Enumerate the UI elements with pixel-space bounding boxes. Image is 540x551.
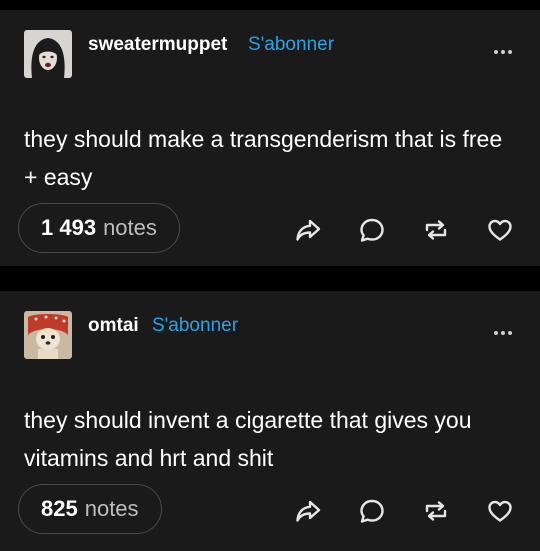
- share-icon[interactable]: [294, 497, 322, 525]
- follow-button[interactable]: S'abonner: [248, 34, 334, 56]
- like-icon[interactable]: [486, 497, 514, 525]
- more-icon[interactable]: [490, 323, 516, 343]
- post-card: sweatermuppet S'abonner they should make…: [0, 10, 540, 266]
- notes-label: notes: [84, 496, 139, 521]
- post-card: omtai S'abonner they should invent a cig…: [0, 291, 540, 551]
- username[interactable]: omtai: [88, 315, 139, 337]
- post-text: they should invent a cigarette that give…: [24, 407, 472, 471]
- avatar[interactable]: [24, 311, 72, 359]
- notes-count: 1 493: [41, 215, 97, 240]
- notes-button[interactable]: 1 493 notes: [18, 203, 180, 253]
- post-actions: [294, 216, 514, 244]
- reblog-icon[interactable]: [422, 497, 450, 525]
- post-actions: [294, 497, 514, 525]
- notes-count: 825: [41, 496, 78, 521]
- post-text: they should make a transgenderism that i…: [24, 126, 503, 190]
- like-icon[interactable]: [486, 216, 514, 244]
- username[interactable]: sweatermuppet: [88, 34, 227, 56]
- reply-icon[interactable]: [358, 216, 386, 244]
- notes-label: notes: [103, 215, 157, 240]
- more-icon[interactable]: [490, 42, 516, 62]
- reply-icon[interactable]: [358, 497, 386, 525]
- follow-button[interactable]: S'abonner: [152, 315, 238, 337]
- notes-button[interactable]: 825 notes: [18, 484, 162, 534]
- avatar[interactable]: [24, 30, 72, 78]
- share-icon[interactable]: [294, 216, 322, 244]
- reblog-icon[interactable]: [422, 216, 450, 244]
